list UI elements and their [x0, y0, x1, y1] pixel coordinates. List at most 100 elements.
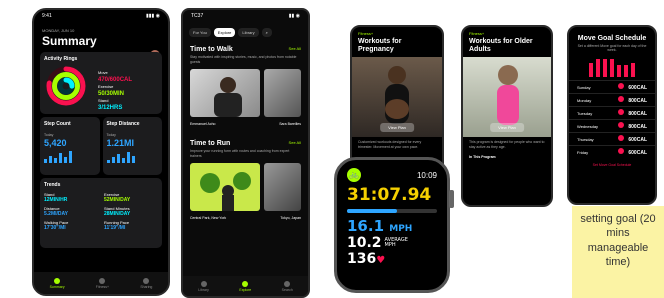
minus-icon[interactable] — [618, 96, 625, 102]
heart-rate: 136♥ — [347, 251, 437, 267]
trend-value: 17'30"/MI — [44, 225, 66, 231]
walk-episode-thumb[interactable] — [190, 69, 261, 118]
trend-item: Stand Minutes 28MIN/DAY — [104, 206, 158, 217]
goal-schedule-chart — [569, 57, 655, 77]
program-title: Workouts for Older Adults — [469, 38, 533, 53]
minus-icon[interactable] — [618, 109, 625, 115]
run-title: Time to Run — [190, 140, 231, 148]
step-count-title: Step Count — [44, 121, 71, 127]
tab-summary[interactable]: Summary — [50, 277, 65, 289]
step-distance-value: 1.21MI — [106, 138, 135, 148]
tab-for-you[interactable]: For You — [189, 28, 211, 37]
run-episode-thumb[interactable] — [190, 163, 261, 212]
day-label: Monday — [577, 97, 592, 103]
tab-explore[interactable]: Explore — [213, 28, 236, 37]
page-title: Summary — [42, 34, 97, 48]
current-speed: 16.1 MPH — [347, 217, 437, 235]
view-plan-button[interactable]: View Plan — [380, 123, 414, 133]
goal-value: 800CAL — [628, 111, 647, 117]
tab-label: Sharing — [140, 284, 153, 289]
minus-icon[interactable] — [618, 83, 625, 89]
tab-fitness-plus[interactable]: Fitness+ — [96, 277, 109, 289]
tab-search-bottom[interactable]: Search — [281, 280, 293, 292]
step-distance-card[interactable]: Step Distance Today 1.21MI — [102, 117, 162, 175]
step-count-sub: Today — [44, 133, 54, 137]
minus-icon[interactable] — [618, 122, 625, 128]
tab-library-bottom[interactable]: Library — [198, 280, 209, 292]
progress-fill — [347, 209, 397, 213]
digital-crown[interactable] — [449, 190, 454, 208]
goal-bar — [624, 65, 628, 77]
walk-caption-2: Sara Bareilles — [279, 122, 301, 127]
tab-label: Library — [198, 287, 209, 292]
signal-icon: ▮▮▮ ◉ — [145, 13, 160, 19]
walk-header: Time to Walk See All — [183, 40, 308, 53]
step-count-card[interactable]: Step Count Today 5,420 — [40, 117, 100, 175]
goal-value-group: 600CAL — [618, 83, 647, 91]
in-program-heading: In This Program — [469, 155, 496, 160]
goal-value: 600CAL — [628, 85, 647, 91]
walk-episode-thumb-2[interactable] — [264, 69, 301, 118]
cycling-icon: 🚲 — [347, 168, 361, 182]
summary-icon — [54, 277, 61, 284]
explore-icon — [242, 280, 249, 287]
search-icon[interactable]: ⌕ — [261, 28, 272, 37]
step-count-value: 5,420 — [44, 138, 67, 148]
goal-value-group: 600CAL — [618, 135, 647, 143]
minus-icon[interactable] — [618, 148, 625, 154]
segmented-tabs: For You Explore Library ⌕ — [189, 28, 302, 37]
tab-explore-bottom[interactable]: Explore — [239, 280, 251, 292]
run-episode-thumb-2[interactable] — [264, 163, 301, 212]
day-label: Thursday — [577, 136, 594, 142]
stand-value: 3/12HRS — [98, 104, 123, 111]
tab-sharing[interactable]: Sharing — [140, 277, 153, 289]
trend-value: 5.2MI/DAY — [44, 211, 68, 217]
walk-title: Time to Walk — [190, 46, 233, 53]
trend-item: Distance 5.2MI/DAY — [44, 206, 98, 217]
run-caption-2: Tokyo, Japan — [280, 216, 301, 221]
run-see-all[interactable]: See All — [289, 140, 301, 147]
avg-label-2: MPH — [384, 242, 396, 248]
day-label: Tuesday — [577, 110, 593, 116]
tab-library[interactable]: Library — [238, 28, 259, 37]
trends-card[interactable]: Trends Stand 12MIN/HR Exercise 52MIN/DAY D… — [40, 178, 162, 248]
tab-label: Search — [281, 287, 293, 292]
move-value: 470/600CAL — [98, 76, 133, 83]
heart-icon: ♥ — [376, 255, 386, 266]
back-link[interactable]: Fitness+ — [463, 27, 551, 36]
goal-row[interactable]: Thursday 600CAL — [569, 132, 655, 145]
sticky-note: setting goal (20 mins manageable time) — [572, 206, 664, 298]
average-speed: 10.2 AVERAGE MPH — [347, 235, 437, 251]
run-captions: Central Park, New York Tokyo, Japan — [183, 214, 308, 222]
walk-captions: Emmanuel Acho Sara Bareilles — [183, 120, 308, 128]
minus-icon[interactable] — [618, 135, 625, 141]
goal-value: 800CAL — [628, 124, 647, 130]
goal-bar — [617, 65, 621, 77]
summary-phone: 9:41 ▮▮▮ ◉ MONDAY, JUN 10 Summary Activi… — [32, 8, 170, 296]
walk-caption-1: Emmanuel Acho — [190, 122, 216, 127]
set-goal-schedule-button[interactable]: Set Move Goal Schedule — [569, 161, 655, 169]
view-plan-button[interactable]: View Plan — [490, 123, 524, 133]
goal-row[interactable]: Sunday 600CAL — [569, 80, 655, 93]
activity-rings-card[interactable]: Activity Rings Move 470/600CAL Exercise … — [40, 52, 162, 114]
back-link[interactable]: Fitness+ — [352, 27, 442, 36]
goal-row[interactable]: Monday 800CAL — [569, 93, 655, 106]
goal-value: 600CAL — [628, 137, 647, 143]
walk-see-all[interactable]: See All — [289, 46, 301, 53]
goal-bar — [589, 63, 593, 77]
trend-item: Exercise 52MIN/DAY — [104, 192, 158, 203]
library-icon — [200, 280, 207, 287]
goal-row[interactable]: Wednesday 800CAL — [569, 119, 655, 132]
run-caption-1: Central Park, New York — [190, 216, 227, 221]
trend-value: 11'19"/MI — [104, 225, 126, 231]
tab-bar: Library Explore Search — [183, 276, 308, 296]
search-icon — [284, 280, 291, 287]
goal-row[interactable]: Tuesday 800CAL — [569, 106, 655, 119]
trend-value: 52MIN/DAY — [104, 197, 131, 203]
goal-value-group: 800CAL — [618, 96, 647, 104]
tab-bar: Summary Fitness+ Sharing — [34, 272, 168, 294]
trend-item: Running Pace 11'19"/MI — [104, 220, 158, 231]
ring-stats: Move 470/600CAL Exercise 50/30MIN Stand … — [98, 70, 132, 112]
goal-row[interactable]: Friday 600CAL — [569, 145, 655, 158]
program-title: Workouts for Pregnancy — [358, 38, 402, 53]
